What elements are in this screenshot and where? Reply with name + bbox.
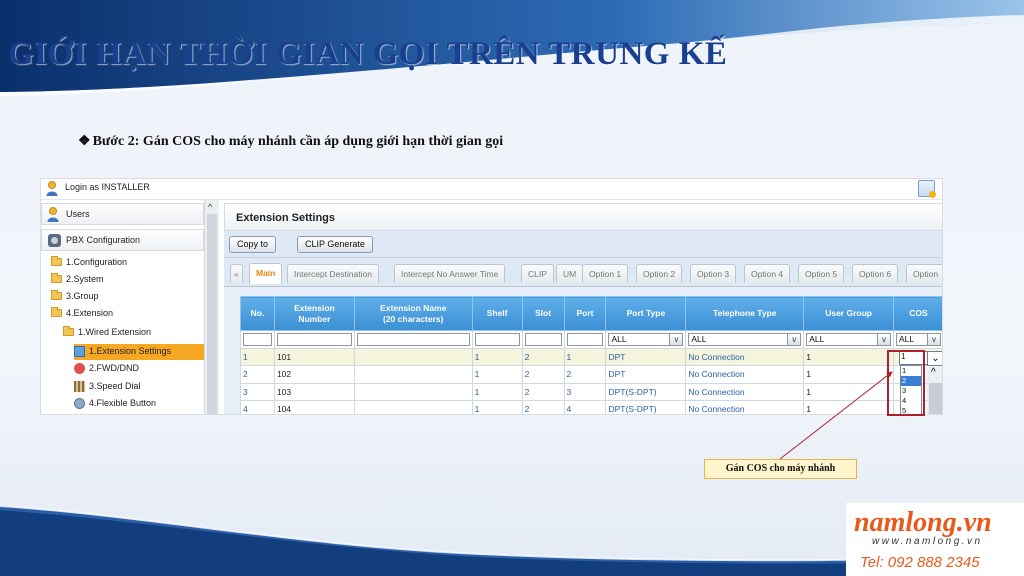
clip-generate-button[interactable]: CLIP Generate	[297, 236, 373, 253]
chevron-up-icon[interactable]: ^	[208, 202, 212, 212]
logo-phone: Tel: 092 888 2345	[860, 554, 980, 571]
page-title-bar: Extension Settings	[224, 203, 942, 231]
tab-option-7[interactable]: Option	[906, 264, 942, 283]
extension-settings-icon	[74, 346, 85, 357]
table-scrollbar[interactable]: ^	[927, 367, 942, 414]
folder-icon	[51, 273, 62, 283]
tab-main[interactable]: Main	[249, 263, 283, 284]
tab-intercept-no-answer-time[interactable]: Intercept No Answer Time	[394, 264, 506, 283]
filter-telephone-type-select[interactable]: ALL v	[688, 332, 802, 346]
col-header-extension-name[interactable]: Extension Name (20 characters)	[353, 296, 473, 331]
tab-option-3[interactable]: Option 3	[690, 264, 737, 283]
filter-slot-input[interactable]	[524, 332, 562, 346]
chevron-up-icon[interactable]: ^	[931, 367, 936, 378]
col-header-user-group[interactable]: User Group	[803, 296, 895, 331]
toolbar: Copy to CLIP Generate	[224, 231, 942, 258]
tab-option-1[interactable]: Option 1	[582, 264, 629, 283]
chevron-down-icon: v	[927, 333, 940, 345]
col-header-port-type[interactable]: Port Type	[605, 296, 687, 331]
top-bar: Login as INSTALLER	[41, 179, 942, 200]
logo-brand: namlong.vn	[854, 507, 992, 538]
copy-to-button[interactable]: Copy to	[229, 236, 277, 253]
extension-table: No. Extension Number Extension Name (20 ch…	[240, 296, 942, 414]
table-row[interactable]: 2 102 1 2 2 DPT No Connection 1	[240, 365, 942, 384]
scrollbar-thumb[interactable]	[207, 214, 217, 414]
filter-user-group-select[interactable]: ALL v	[806, 332, 892, 346]
tab-option-2[interactable]: Option 2	[636, 264, 683, 283]
flexible-button-icon	[74, 398, 85, 409]
sidebar: Users PBX Configuration 1.Configuration …	[41, 200, 219, 414]
folder-open-icon	[63, 326, 74, 336]
col-header-extension-number[interactable]: Extension Number	[273, 296, 355, 331]
sidebar-item-label: Users	[66, 209, 90, 219]
speed-dial-icon	[74, 381, 85, 392]
step-instruction: ❖ Bước 2: Gán COS cho máy nhánh cần áp dụ…	[78, 133, 503, 150]
tab-option-6[interactable]: Option 6	[852, 264, 899, 283]
tab-scroll-left[interactable]: «	[230, 264, 243, 283]
chevron-down-icon: v	[669, 333, 683, 345]
filter-extension-name-input[interactable]	[356, 332, 470, 346]
col-header-telephone-type[interactable]: Telephone Type	[685, 296, 805, 331]
step-text: Bước 2: Gán COS cho máy nhánh cần áp dụn…	[92, 134, 504, 149]
filter-cos-select[interactable]: ALL v	[896, 332, 941, 346]
tab-option-5[interactable]: Option 5	[798, 264, 845, 283]
login-status: Login as INSTALLER	[65, 182, 150, 192]
col-header-port[interactable]: Port	[563, 296, 607, 331]
chevron-down-icon: v	[877, 333, 891, 345]
scrollbar-thumb[interactable]	[929, 383, 942, 414]
sidebar-item-pbx-configuration[interactable]: PBX Configuration	[41, 229, 204, 251]
fwd-dnd-icon	[74, 363, 85, 374]
slide-title: GIỚI HẠN THỜI GIAN GỌI TRÊN TRUNG KẾ	[8, 36, 728, 72]
folder-open-icon	[51, 307, 62, 317]
tab-intercept-destination[interactable]: Intercept Destination	[287, 264, 379, 283]
tab-option-4[interactable]: Option 4	[744, 264, 791, 283]
col-header-slot[interactable]: Slot	[521, 296, 565, 331]
filter-row: ALL v ALL v ALL v ALL v	[240, 330, 942, 349]
filter-shelf-input[interactable]	[474, 332, 520, 346]
diamond-bullet-icon: ❖	[78, 134, 91, 149]
filter-port-input[interactable]	[566, 332, 604, 346]
main-panel: Extension Settings Copy to CLIP Generate…	[224, 200, 942, 414]
table-row[interactable]: 1 101 1 2 1 DPT No Connection 1	[240, 347, 942, 366]
callout-label: Gán COS cho máy nhánh	[704, 459, 857, 479]
pbx-web-screenshot: Login as INSTALLER Users PBX Configurati…	[40, 178, 943, 415]
folder-icon	[51, 256, 62, 266]
filter-extension-number-input[interactable]	[276, 332, 352, 346]
col-header-shelf[interactable]: Shelf	[471, 296, 523, 331]
filter-no-input[interactable]	[243, 332, 272, 346]
table-row[interactable]: 3 103 1 2 3 DPT(S-DPT) No Connection 1	[240, 382, 942, 401]
page-title: Extension Settings	[236, 212, 336, 224]
sidebar-scrollbar[interactable]: ^	[204, 200, 219, 414]
logo-website: www.namlong.vn	[872, 536, 983, 547]
tab-um[interactable]: UM	[556, 264, 584, 283]
sidebar-item-users[interactable]: Users	[41, 203, 204, 225]
col-header-cos[interactable]: COS	[893, 296, 942, 331]
table-header-row: No. Extension Number Extension Name (20 ch…	[240, 296, 942, 331]
filter-port-type-select[interactable]: ALL v	[608, 332, 684, 346]
pbx-icon	[48, 234, 61, 247]
user-icon	[46, 181, 58, 196]
users-icon	[47, 207, 59, 222]
tab-clip[interactable]: CLIP	[521, 264, 554, 283]
col-header-no[interactable]: No.	[240, 296, 275, 331]
help-icon[interactable]	[918, 180, 936, 198]
highlight-frame	[887, 350, 925, 416]
chevron-down-icon[interactable]: ⌄	[927, 351, 942, 366]
table-row[interactable]: 4 104 1 2 4 DPT(S-DPT) No Connection 1	[240, 400, 942, 414]
tab-bar: « Main Intercept Destination Intercept N…	[224, 258, 942, 287]
folder-icon	[51, 290, 62, 300]
sidebar-item-label: PBX Configuration	[66, 235, 141, 245]
company-logo: namlong.vn www.namlong.vn Tel: 092 888 2…	[846, 503, 1024, 576]
chevron-down-icon: v	[787, 333, 801, 345]
tree-item-extension-settings[interactable]: 1.Extension Settings	[74, 344, 204, 360]
